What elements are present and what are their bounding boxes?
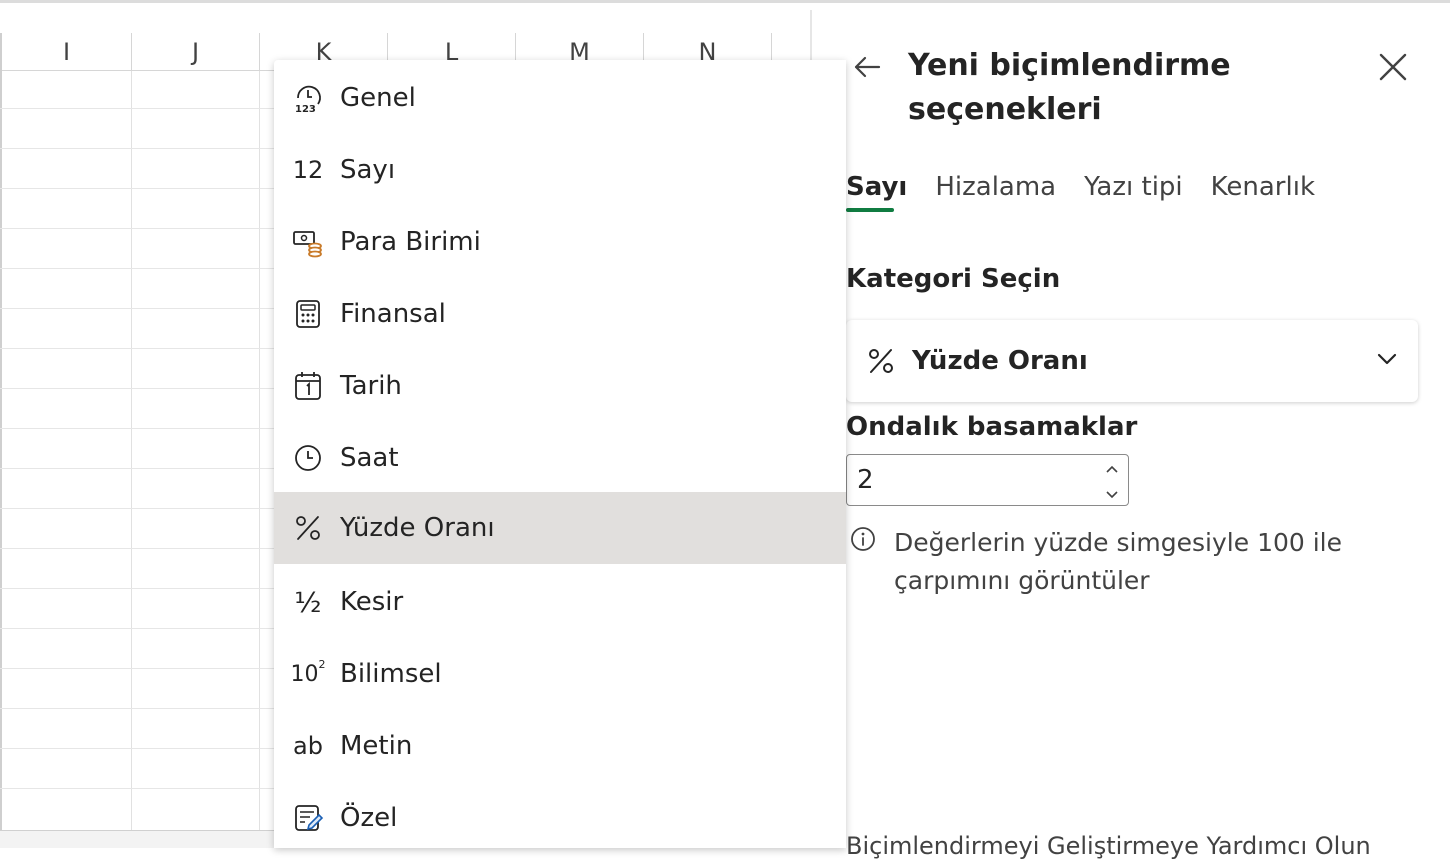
general-format-icon: 123 xyxy=(292,82,324,114)
chevron-down-icon xyxy=(1106,491,1118,499)
dropdown-item-label: Yüzde Oranı xyxy=(340,513,495,543)
dropdown-item-label: Özel xyxy=(340,803,398,833)
tab-alignment[interactable]: Hizalama xyxy=(935,172,1056,212)
dropdown-item-label: Saat xyxy=(340,443,399,473)
calculator-icon xyxy=(292,298,324,330)
dropdown-item-label: Para Birimi xyxy=(340,227,481,257)
row-header-edge xyxy=(0,33,2,833)
feedback-link[interactable]: Biçimlendirmeyi Geliştirmeye Yardımcı Ol… xyxy=(846,832,1450,860)
category-dropdown-list: 123 Genel 12 Sayı Para Birimi Finansal T… xyxy=(274,60,846,848)
tab-border[interactable]: Kenarlık xyxy=(1211,172,1315,212)
calendar-icon xyxy=(292,370,324,402)
custom-format-icon xyxy=(292,802,324,834)
back-button[interactable] xyxy=(852,52,882,82)
dropdown-item-general[interactable]: 123 Genel xyxy=(274,62,846,134)
scientific-icon: 10 2 xyxy=(290,658,326,687)
clock-icon xyxy=(292,442,324,474)
dropdown-item-label: Tarih xyxy=(340,371,402,401)
tab-font[interactable]: Yazı tipi xyxy=(1084,172,1183,212)
info-icon xyxy=(850,526,876,552)
dropdown-item-label: Finansal xyxy=(340,299,446,329)
close-icon xyxy=(1379,53,1407,81)
format-tabs: Sayı Hizalama Yazı tipi Kenarlık xyxy=(846,172,1315,212)
dropdown-item-date[interactable]: Tarih xyxy=(274,350,846,422)
tab-number[interactable]: Sayı xyxy=(846,172,907,212)
decrement-button[interactable] xyxy=(1104,487,1120,501)
dropdown-item-number[interactable]: 12 Sayı xyxy=(274,134,846,206)
dropdown-item-label: Kesir xyxy=(340,587,404,617)
dropdown-item-fraction[interactable]: ½ Kesir xyxy=(274,566,846,638)
dropdown-item-label: Genel xyxy=(340,83,416,113)
category-select[interactable]: Yüzde Oranı xyxy=(846,320,1418,402)
text-format-icon: ab xyxy=(293,732,323,760)
chevron-down-icon xyxy=(1376,348,1398,370)
decimal-places-stepper[interactable]: 2 xyxy=(846,454,1129,506)
percent-icon xyxy=(866,346,896,376)
svg-text:123: 123 xyxy=(295,104,316,114)
dropdown-item-label: Sayı xyxy=(340,155,396,185)
chevron-up-icon xyxy=(1106,465,1118,473)
close-button[interactable] xyxy=(1376,50,1410,84)
column-header-i[interactable]: I xyxy=(2,33,132,71)
dropdown-item-label: Bilimsel xyxy=(340,659,442,689)
grid-line xyxy=(259,71,260,831)
category-value: Yüzde Oranı xyxy=(912,346,1088,376)
decimal-places-label: Ondalık basamaklar xyxy=(846,412,1138,442)
decimal-places-value: 2 xyxy=(857,465,874,495)
increment-button[interactable] xyxy=(1104,463,1120,477)
dropdown-item-custom[interactable]: Özel xyxy=(274,782,846,848)
dropdown-item-scientific[interactable]: 10 2 Bilimsel xyxy=(274,638,846,710)
column-header-j[interactable]: J xyxy=(132,33,260,71)
dropdown-item-time[interactable]: Saat xyxy=(274,422,846,494)
dropdown-item-financial[interactable]: Finansal xyxy=(274,278,846,350)
category-label: Kategori Seçin xyxy=(846,264,1061,294)
currency-icon xyxy=(292,226,324,258)
dropdown-item-text[interactable]: ab Metin xyxy=(274,710,846,782)
panel-title: Yeni biçimlendirme seçenekleri xyxy=(908,48,1231,127)
dropdown-item-percentage[interactable]: Yüzde Oranı xyxy=(274,492,846,564)
arrow-left-icon xyxy=(854,56,881,78)
percent-icon xyxy=(292,512,324,544)
fraction-icon: ½ xyxy=(294,585,322,619)
dropdown-item-label: Metin xyxy=(340,731,413,761)
category-description: Değerlerin yüzde simgesiyle 100 ile çarp… xyxy=(894,528,1343,595)
grid-line xyxy=(131,71,132,831)
dropdown-item-currency[interactable]: Para Birimi xyxy=(274,206,846,278)
number-format-icon: 12 xyxy=(292,156,324,184)
